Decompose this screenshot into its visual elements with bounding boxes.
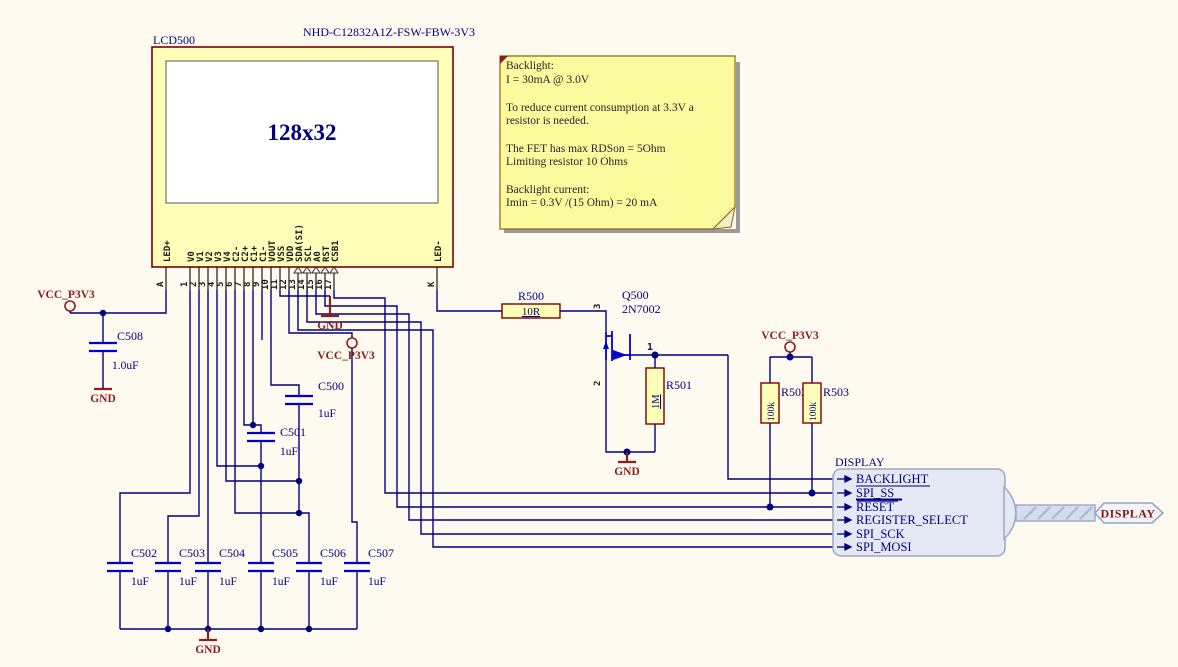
display-connector-label: DISPLAY [1100,507,1155,521]
resistor-r501[interactable]: R501 1M [646,368,692,424]
svg-text:SPI_SCK: SPI_SCK [856,527,905,541]
lcd-designator[interactable]: LCD500 [153,33,195,47]
svg-text:K: K [427,281,437,287]
svg-text:The FET has max RDSon = 5Ohm: The FET has max RDSon = 5Ohm [506,143,666,155]
harness-title: DISPLAY [835,455,885,469]
svg-text:3: 3 [593,304,603,309]
svg-text:GND: GND [90,393,116,405]
svg-text:1uF: 1uF [368,576,386,588]
svg-text:VCC_P3V3: VCC_P3V3 [37,289,95,301]
svg-text:To reduce current consumption: To reduce current consumption at 3.3V a [506,102,694,114]
svg-text:C508: C508 [117,329,143,343]
svg-text:1.0uF: 1.0uF [112,360,139,372]
capacitor-c502[interactable]: C502 1uF [107,546,157,588]
resistor-r500[interactable]: R500 10R [502,289,560,318]
mosfet-body-diode-arrow [603,341,609,349]
svg-text:1: 1 [647,342,653,353]
svg-text:GND: GND [317,320,343,332]
capacitor-c508[interactable]: C508 1.0uF [89,329,143,372]
lcd-part-number[interactable]: NHD-C12832A1Z-FSW-FBW-3V3 [303,25,475,39]
svg-text:1uF: 1uF [320,576,338,588]
svg-text:resistor is needed.: resistor is needed. [506,115,589,127]
backlight-note[interactable]: Backlight: I = 30mA @ 3.0V To reduce cur… [500,56,740,233]
pin-direction-arrows [294,267,338,273]
svg-text:C505: C505 [272,546,298,560]
schematic-sheet: 128x32 LCD500 NHD-C12832A1Z-FSW-FBW-3V3 … [0,0,1178,667]
vcc-port-right[interactable]: VCC_P3V3 [761,330,819,352]
svg-text:Imin = 0.3V /(15 Ohm) = 20 mA: Imin = 0.3V /(15 Ohm) = 20 mA [506,197,658,209]
svg-text:17: 17 [324,279,334,290]
svg-text:1uF: 1uF [131,576,149,588]
svg-text:100k: 100k [809,402,819,421]
lcd-component[interactable]: 128x32 LCD500 NHD-C12832A1Z-FSW-FBW-3V3 … [152,25,475,290]
svg-text:C502: C502 [131,546,157,560]
svg-text:GND: GND [195,644,221,656]
svg-text:C504: C504 [219,546,245,560]
svg-text:BACKLIGHT: BACKLIGHT [856,472,929,486]
junction-dots [100,310,816,632]
svg-text:1M: 1M [651,394,662,409]
svg-text:100k: 100k [767,402,777,421]
capacitor-c501[interactable]: C501 1uF [247,425,306,458]
svg-text:I = 30mA @ 3.0V: I = 30mA @ 3.0V [506,74,590,86]
svg-text:Backlight:: Backlight: [506,60,554,72]
lcd-pin-numbers: A 1 2 3 4 5 6 7 8 9 10 11 12 13 14 15 16… [156,279,437,290]
svg-text:C503: C503 [179,546,205,560]
vcc-port-vdd[interactable]: VCC_P3V3 [317,338,375,362]
capacitor-c505[interactable]: C505 1uF [248,546,298,588]
harness-funnel [1004,487,1016,539]
display-harness[interactable]: DISPLAY BACKLIGHT SPI_SS RESET REGISTER_… [540,455,1016,556]
svg-text:GND: GND [614,466,640,478]
svg-text:LED-: LED- [434,240,444,262]
svg-text:A: A [156,281,166,287]
svg-text:1uF: 1uF [318,408,336,420]
svg-text:LED+: LED+ [163,240,173,262]
svg-text:C506: C506 [320,546,346,560]
svg-text:1uF: 1uF [179,576,197,588]
svg-text:R503: R503 [823,385,849,399]
svg-text:10R: 10R [522,306,541,318]
vcc-port-left[interactable]: VCC_P3V3 [37,289,95,311]
svg-text:R500: R500 [518,289,544,303]
display-connector[interactable]: DISPLAY [1095,503,1163,523]
svg-text:2: 2 [593,381,603,386]
svg-text:R501: R501 [666,378,692,392]
resistor-r502[interactable]: R502 100k [761,383,807,423]
svg-text:1uF: 1uF [219,576,237,588]
note-shadow-right [736,62,740,231]
harness-cable[interactable] [1016,505,1095,521]
svg-text:C501: C501 [280,425,306,439]
svg-text:Backlight current:: Backlight current: [506,184,589,196]
svg-text:VCC_P3V3: VCC_P3V3 [317,350,375,362]
svg-text:CSB1: CSB1 [331,240,341,262]
svg-text:1uF: 1uF [280,446,298,458]
svg-text:SPI_MOSI: SPI_MOSI [856,540,912,554]
svg-text:Q500: Q500 [622,288,649,302]
svg-text:Limiting resistor 10 Ohms: Limiting resistor 10 Ohms [506,156,628,168]
gnd-port-c508[interactable]: GND [90,387,116,405]
svg-text:2N7002: 2N7002 [622,302,661,316]
gnd-port-rail[interactable]: GND [195,629,221,656]
mosfet-gate-arrow [613,350,627,360]
svg-text:REGISTER_SELECT: REGISTER_SELECT [856,513,968,527]
svg-text:1uF: 1uF [272,576,290,588]
svg-text:C500: C500 [318,379,344,393]
svg-text:C507: C507 [368,546,394,560]
resistor-r503[interactable]: R503 100k [803,383,849,423]
capacitor-c506[interactable]: C506 1uF [296,546,346,588]
svg-text:VCC_P3V3: VCC_P3V3 [761,330,819,342]
gnd-port-fet[interactable]: GND [614,452,640,478]
capacitor-c507[interactable]: C507 1uF [344,546,394,588]
lcd-screen-text: 128x32 [268,120,337,145]
capacitor-c503[interactable]: C503 1uF [155,546,205,588]
